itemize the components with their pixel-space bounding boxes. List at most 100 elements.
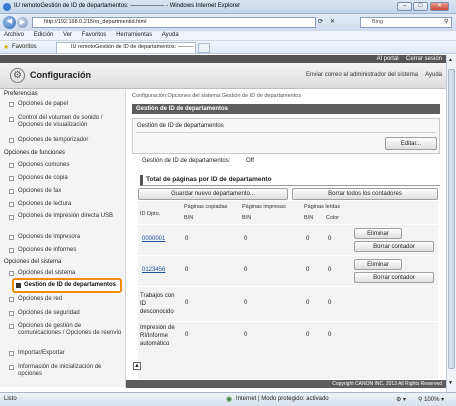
bullet-icon <box>9 235 14 240</box>
sidebar-item-seguridad[interactable]: Opciones de seguridad <box>18 310 122 317</box>
main-content: Configuración:Opciones del sistema:Gesti… <box>126 89 446 387</box>
scan-bw-value: 0 <box>306 267 310 273</box>
sidebar-item-informes[interactable]: Opciones de informes <box>18 247 122 254</box>
sidebar-item-opciones-papel[interactable]: Opciones de papel <box>18 101 122 108</box>
bullet-icon <box>9 189 14 194</box>
sidebar-item-importar[interactable]: Importar/Exportar <box>18 350 122 357</box>
sidebar-section-sistema: Opciones del sistema <box>4 259 62 265</box>
col-copied: Páginas copiadas <box>184 204 228 210</box>
address-url: http://192.168.0.215/rn_departmentid.htm… <box>44 19 147 25</box>
stop-icon[interactable]: ✕ <box>330 18 335 25</box>
bullet-active-icon <box>16 283 21 288</box>
back-to-top-icon[interactable]: ▲ <box>133 362 141 370</box>
delete-button[interactable]: Eliminar <box>354 228 402 239</box>
col-printed-bw: B/N <box>242 215 252 221</box>
page-scrollbar[interactable]: ▲ ▼ <box>446 55 456 392</box>
sidebar: Preferencias Opciones de papel Control d… <box>0 89 126 387</box>
refresh-icon[interactable]: ⟳ <box>318 18 323 25</box>
sidebar-item-impresion-usb[interactable]: Opciones de impresión directa USB <box>18 213 122 220</box>
zoom-icon: ⚲ <box>418 397 423 403</box>
logout-link[interactable]: Cerrar sesión <box>406 55 442 63</box>
sidebar-item-opciones-sistema[interactable]: Opciones del sistema <box>18 270 122 277</box>
sidebar-item-comunes[interactable]: Opciones comunes <box>18 162 122 169</box>
protected-mode-icon[interactable]: ⚙ ▾ <box>396 396 406 403</box>
browser-tab-label: IU remotoGestión de ID de departamentos:… <box>71 44 194 50</box>
scroll-thumb[interactable] <box>448 69 455 369</box>
row-divider <box>138 321 438 322</box>
register-department-button[interactable]: Guardar nuevo departamento... <box>138 188 288 200</box>
search-icon[interactable]: ⚲ <box>444 18 448 25</box>
menu-ver[interactable]: Ver <box>59 31 76 39</box>
zoom-level: 100% <box>424 397 440 403</box>
forward-button[interactable]: ▶ <box>17 17 28 28</box>
copied-value: 0 <box>185 300 189 306</box>
sidebar-item-copia[interactable]: Opciones de copia <box>18 175 122 182</box>
bullet-icon <box>9 365 14 370</box>
search-placeholder: Bing <box>372 19 384 25</box>
col-scanned-bw: B/N <box>304 215 314 221</box>
bullet-icon <box>9 311 14 316</box>
search-input[interactable]: Bing <box>360 17 452 28</box>
zoom-control[interactable]: ⚲ 100% ▾ <box>418 396 444 403</box>
sidebar-section-funciones: Opciones de funciones <box>4 150 66 156</box>
scan-bw-value: 0 <box>306 332 310 338</box>
department-id-link[interactable]: 0123456 <box>142 267 165 273</box>
copied-value: 0 <box>185 267 189 273</box>
settings-gear-icon: ⚙ <box>10 68 25 83</box>
col-scanned-color: Color <box>326 215 340 221</box>
sidebar-item-impresora[interactable]: Opciones de impresora <box>18 234 122 241</box>
bullet-icon <box>9 102 14 107</box>
status-label: Gestión de ID de departamentos: <box>142 158 231 164</box>
ie-logo-icon <box>3 3 11 11</box>
address-bar[interactable]: http://192.168.0.215/rn_departmentid.htm… <box>32 17 316 28</box>
sidebar-item-red[interactable]: Opciones de red <box>18 296 122 303</box>
portal-link[interactable]: Al portal <box>377 55 399 63</box>
address-row: ◀ ▶ http://192.168.0.215/rn_departmentid… <box>0 14 456 31</box>
auto-report-label: Impresión de RI/Informe automático <box>140 325 175 347</box>
sidebar-item-lectura[interactable]: Opciones de lectura <box>18 201 122 208</box>
favorites-button[interactable]: Favoritos <box>12 44 37 50</box>
scroll-up-icon[interactable]: ▲ <box>448 57 453 63</box>
counters-table: ID Dpto. Páginas copiadas Páginas impres… <box>138 201 438 379</box>
back-button[interactable]: ◀ <box>3 16 16 29</box>
help-link[interactable]: Ayuda <box>425 72 442 78</box>
new-tab-button[interactable] <box>198 43 210 53</box>
edit-button[interactable]: Editar... <box>385 137 437 150</box>
menu-herramientas[interactable]: Herramientas <box>112 31 156 39</box>
close-window-button[interactable]: ✕ <box>430 2 449 11</box>
menu-favoritos[interactable]: Favoritos <box>78 31 111 39</box>
browser-tab[interactable]: IU remotoGestión de ID de departamentos:… <box>56 42 196 53</box>
settings-box-title: Gestión de ID de departamentos <box>137 123 224 129</box>
bullet-icon <box>9 324 14 329</box>
sidebar-item-volumen[interactable]: Control del volumen de sonido / Opciones… <box>18 115 122 129</box>
star-icon: ★ <box>3 44 10 51</box>
scroll-down-icon[interactable]: ▼ <box>448 380 453 386</box>
sidebar-item-temporizador[interactable]: Opciones de temporizador <box>18 137 122 144</box>
scan-bw-value: 0 <box>306 236 310 242</box>
page-title: Gestión de ID de departamentos <box>132 104 440 114</box>
menu-archivo[interactable]: Archivo <box>0 31 28 39</box>
status-text: Listo <box>4 396 17 402</box>
sidebar-item-fax[interactable]: Opciones de fax <box>18 188 122 195</box>
menu-ayuda[interactable]: Ayuda <box>158 31 183 39</box>
clear-counter-button[interactable]: Borrar contador <box>354 241 434 252</box>
clear-counter-button[interactable]: Borrar contador <box>354 272 434 283</box>
copied-value: 0 <box>185 236 189 242</box>
security-zone: Internet | Modo protegido: activado <box>236 396 329 402</box>
scan-color-value: 0 <box>328 267 332 273</box>
sidebar-item-inicializacion[interactable]: Información de inicialización de opcione… <box>18 364 122 378</box>
sidebar-item-gestion-id[interactable]: Gestión de ID de departamentos <box>12 278 122 293</box>
maximize-button[interactable]: □ <box>413 2 428 11</box>
minimize-button[interactable]: – <box>397 2 412 11</box>
department-id-link[interactable]: 0000001 <box>142 236 165 242</box>
sidebar-item-comunicaciones[interactable]: Opciones de gestión de comunicaciones / … <box>18 323 122 337</box>
bullet-icon <box>9 297 14 302</box>
delete-button[interactable]: Eliminar <box>354 259 402 270</box>
col-scanned: Páginas leídas <box>304 204 341 210</box>
window-titlebar: IU remotoGestión de ID de departamentos:… <box>0 0 456 14</box>
menu-edicion[interactable]: Edición <box>30 31 58 39</box>
bullet-icon <box>9 117 14 122</box>
mail-admin-link[interactable]: Enviar correo al administrador del siste… <box>306 72 418 78</box>
clear-all-counters-button[interactable]: Borrar todos los contadores <box>292 188 438 200</box>
printed-value: 0 <box>244 332 248 338</box>
